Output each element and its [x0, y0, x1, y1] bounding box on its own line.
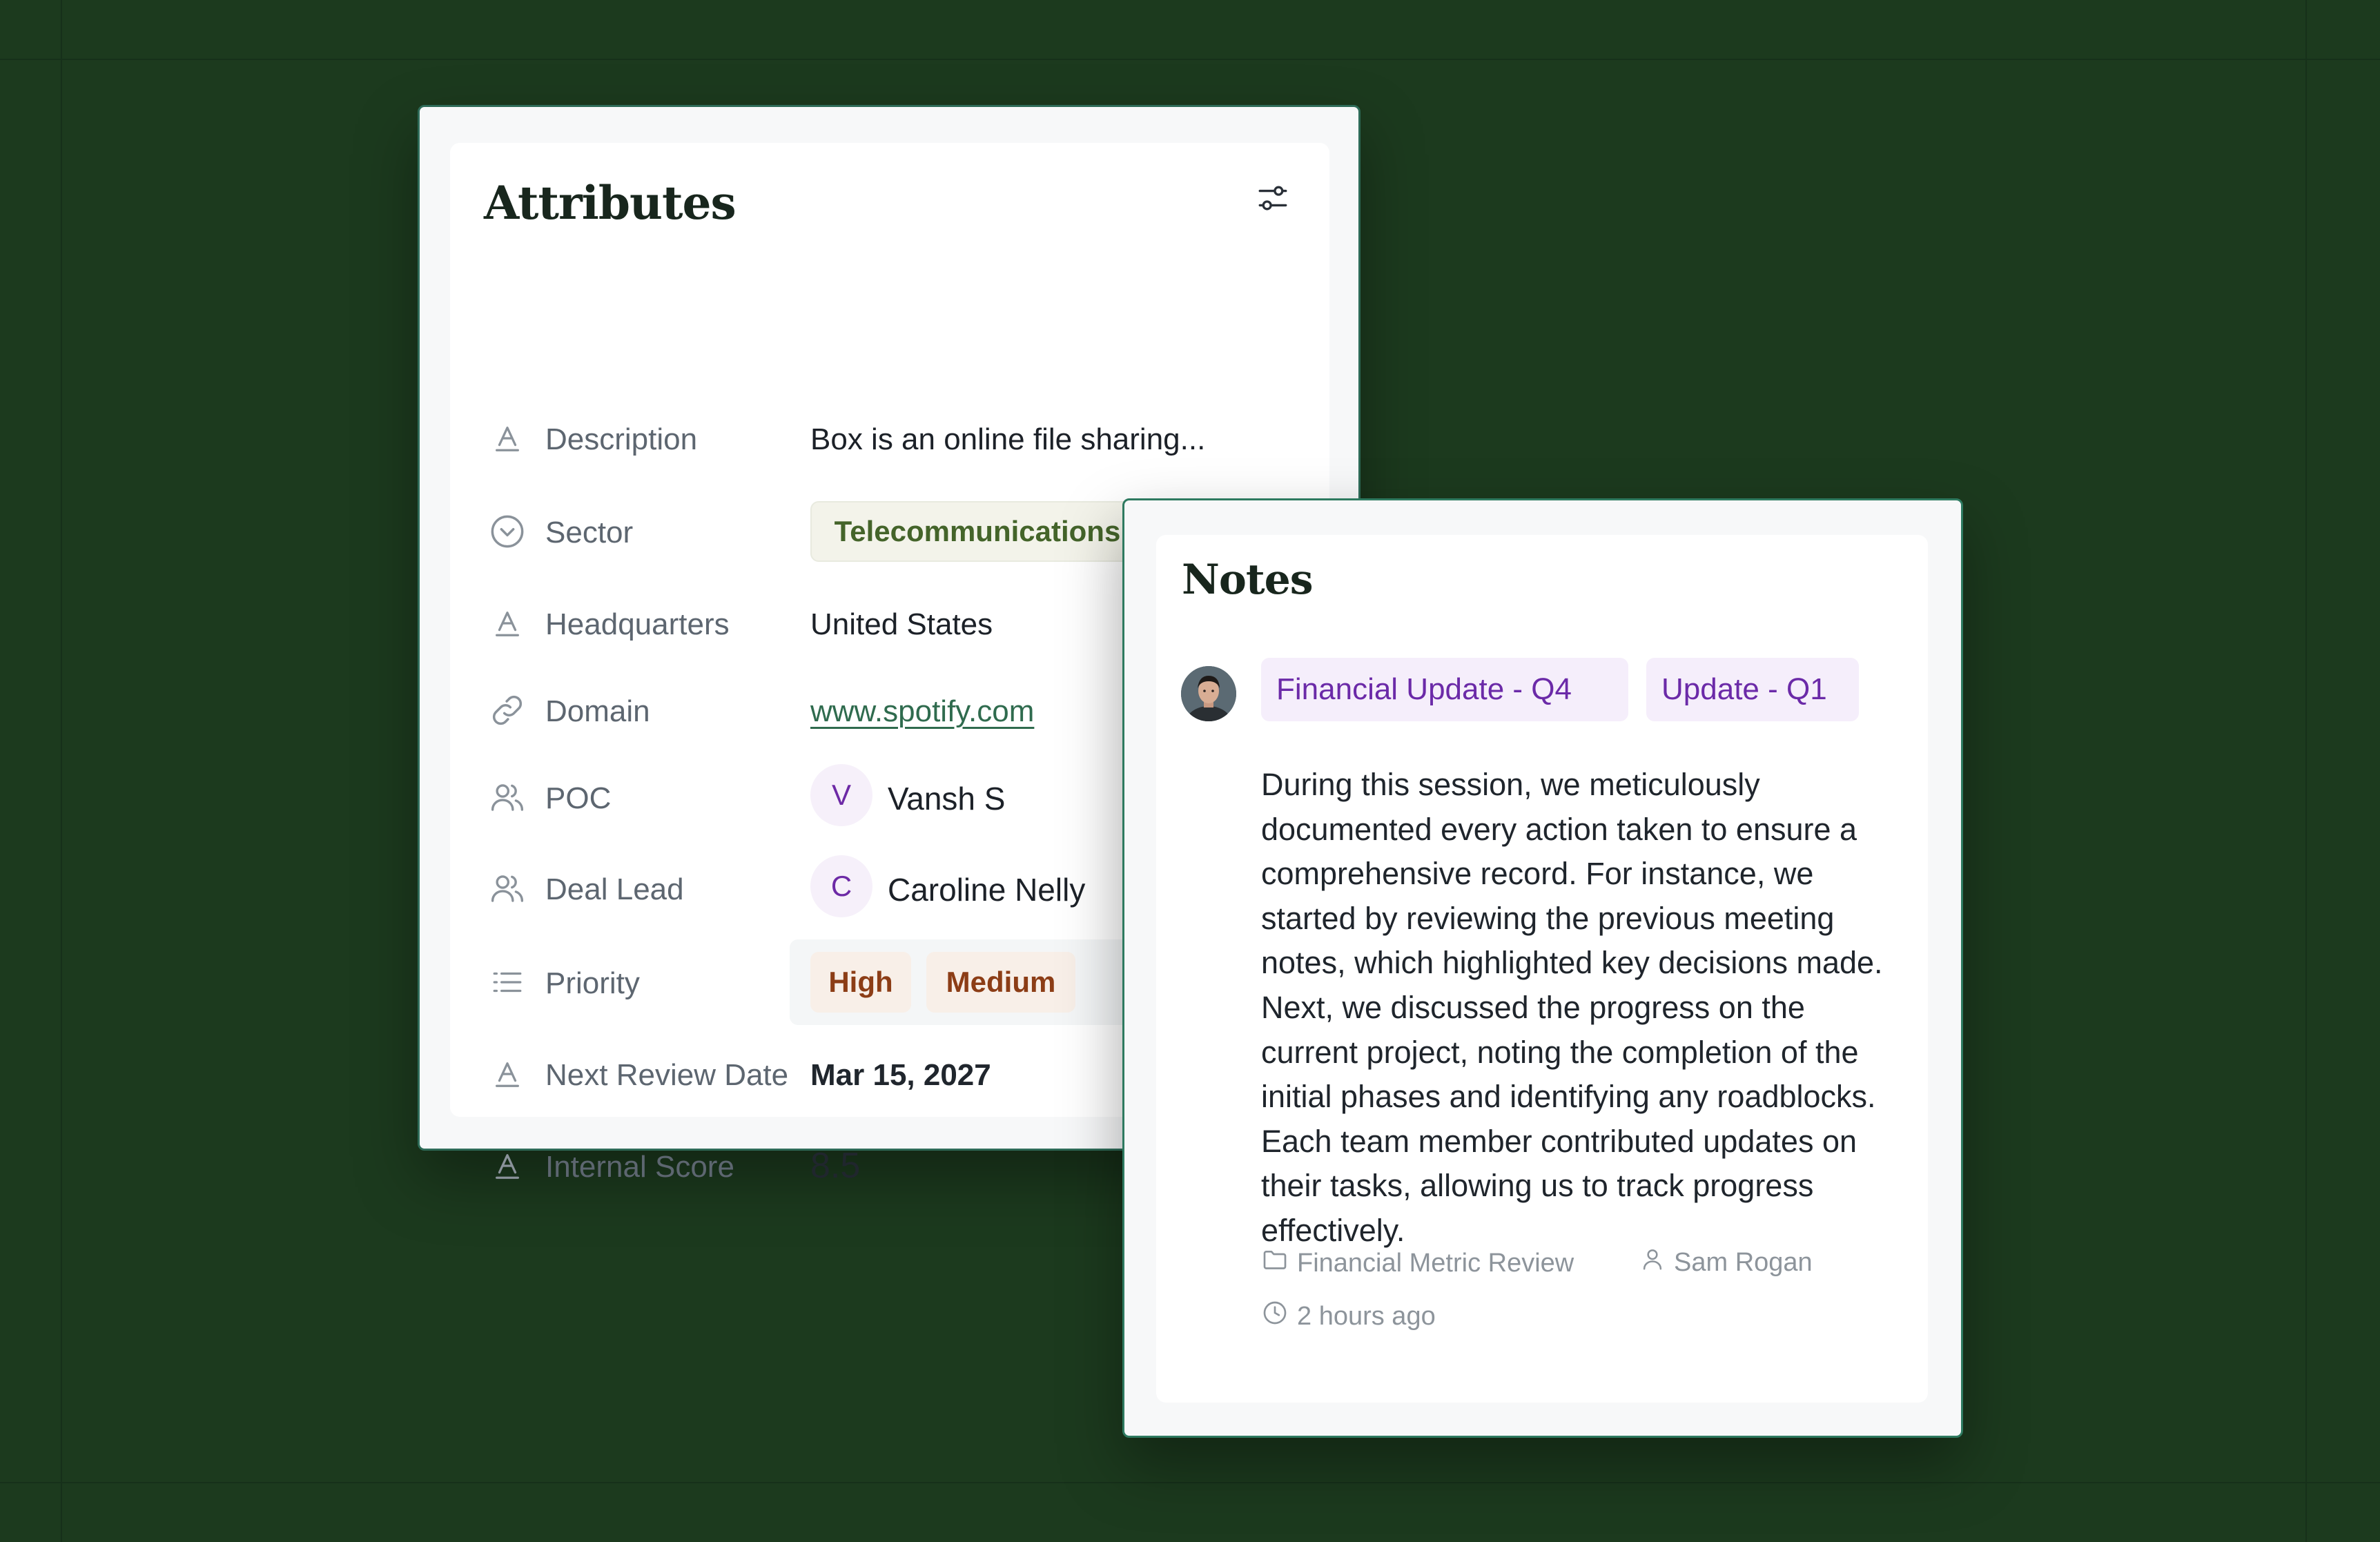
attribute-label: Sector — [545, 516, 634, 549]
domain-link[interactable]: www.spotify.com — [810, 694, 1034, 729]
user-icon — [1639, 1246, 1674, 1279]
attribute-label: Domain — [545, 694, 650, 728]
guide-line-left — [61, 0, 62, 1542]
headquarters-value[interactable]: United States — [810, 607, 993, 642]
notes-card: Notes Financial Update - Q4 Update - Q1 … — [1122, 498, 1963, 1438]
note-time-label: 2 hours ago — [1297, 1301, 1436, 1331]
clock-icon — [1261, 1299, 1297, 1334]
attribute-row-description[interactable]: Description Box is an online file sharin… — [450, 404, 1329, 473]
text-a-icon — [488, 604, 527, 643]
attribute-label: Next Review Date — [545, 1058, 789, 1092]
chevron-circle-icon — [488, 512, 527, 551]
note-folder-label: Financial Metric Review — [1297, 1248, 1574, 1278]
attribute-label: Priority — [545, 966, 640, 1000]
attribute-label: Deal Lead — [545, 872, 684, 906]
note-author[interactable]: Sam Rogan — [1639, 1246, 1813, 1279]
note-body: During this session, we meticulously doc… — [1261, 767, 1883, 1248]
folder-icon — [1261, 1246, 1297, 1280]
notes-panel: Notes Financial Update - Q4 Update - Q1 … — [1156, 535, 1928, 1403]
priority-pill-medium[interactable]: Medium — [926, 952, 1075, 1013]
guide-line-right — [2305, 0, 2307, 1542]
text-a-icon — [488, 419, 527, 458]
next-review-date-value[interactable]: Mar 15, 2027 — [810, 1058, 991, 1093]
list-icon — [488, 963, 527, 1002]
description-value[interactable]: Box is an online file sharing... — [810, 422, 1205, 457]
avatar[interactable] — [1181, 666, 1236, 721]
guide-line-bottom — [0, 1482, 2380, 1483]
attribute-label: Internal Score — [545, 1150, 734, 1184]
attribute-label: Description — [545, 422, 698, 456]
sector-pill[interactable]: Telecommunications — [810, 501, 1144, 562]
text-a-icon — [488, 1055, 527, 1093]
attribute-label: Headquarters — [545, 607, 730, 641]
priority-pill-high[interactable]: High — [810, 952, 911, 1013]
note-timestamp: 2 hours ago — [1261, 1299, 1436, 1334]
poc-name[interactable]: Vansh S — [888, 780, 1005, 817]
sliders-icon — [1256, 181, 1290, 219]
text-a-icon — [488, 1146, 527, 1185]
users-icon — [488, 869, 527, 908]
note-folder[interactable]: Financial Metric Review — [1261, 1246, 1574, 1280]
deal-lead-name[interactable]: Caroline Nelly — [888, 871, 1085, 908]
avatar: V — [810, 764, 872, 826]
note-author-label: Sam Rogan — [1674, 1247, 1813, 1277]
link-icon — [488, 691, 527, 730]
filter-button[interactable] — [1252, 179, 1294, 220]
attributes-title: Attributes — [484, 176, 737, 230]
note-tag[interactable]: Financial Update - Q4 — [1261, 658, 1628, 721]
internal-score-value[interactable]: 8.5 — [810, 1145, 860, 1187]
note-tag[interactable]: Update - Q1 — [1646, 658, 1859, 721]
notes-title: Notes — [1182, 556, 1314, 604]
users-icon — [488, 778, 527, 817]
guide-line-top — [0, 59, 2380, 60]
avatar: C — [810, 855, 872, 917]
attribute-label: POC — [545, 781, 612, 815]
